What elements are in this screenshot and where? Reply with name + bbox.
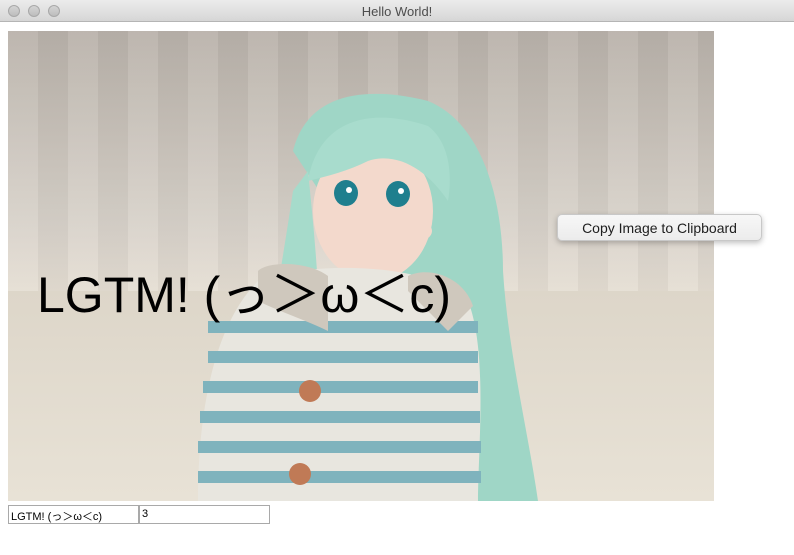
image-canvas[interactable]: LGTM! (っ＞ω＜c) [8,31,714,501]
window-title: Hello World! [361,4,433,19]
overlay-text-input[interactable]: LGTM! (っ＞ω＜c) [8,505,139,524]
copy-image-menu-item[interactable]: Copy Image to Clipboard [558,220,761,236]
app-window: Hello World! LGTM! (っ＞ω＜c) Copy Image to… [0,0,794,555]
lgtm-overlay-text: LGTM! (っ＞ω＜c) [37,267,452,323]
number-input[interactable]: 3 [139,505,270,524]
context-menu: Copy Image to Clipboard [557,214,762,241]
title-bar: Hello World! [0,0,794,22]
